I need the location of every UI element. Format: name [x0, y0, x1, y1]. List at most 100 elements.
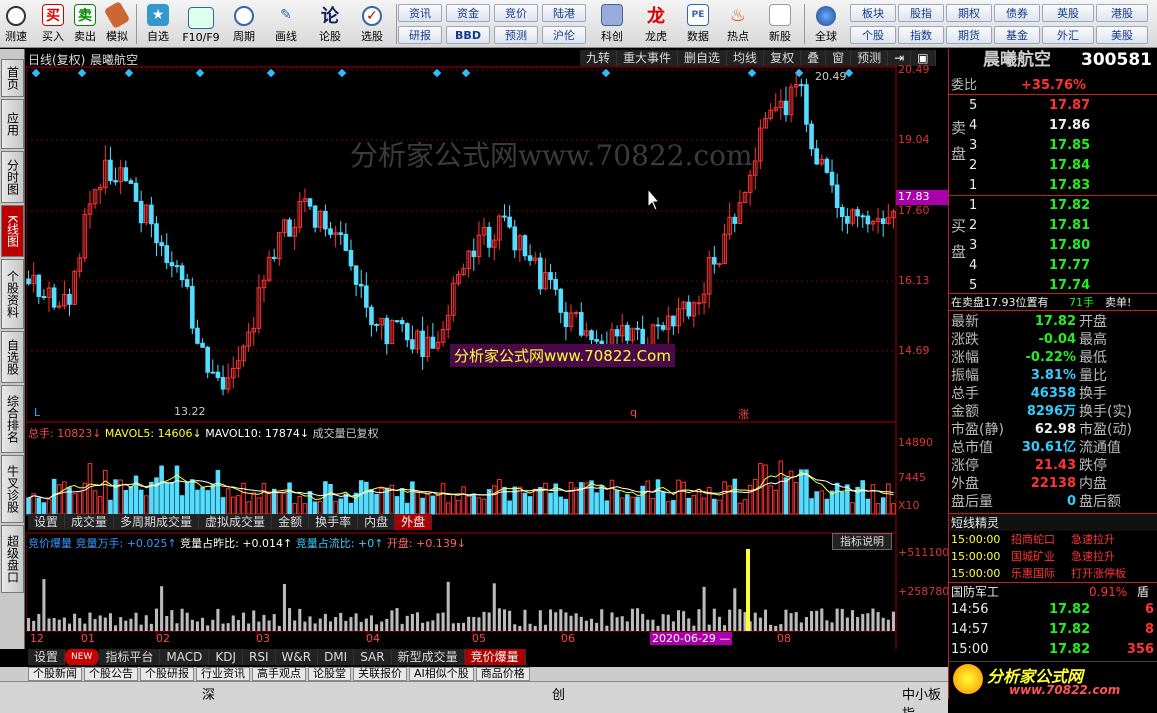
bbd-link[interactable]: BBD: [446, 26, 490, 44]
tab-apps[interactable]: 应用: [1, 99, 24, 149]
event-marker-icon[interactable]: [266, 68, 276, 78]
news-link[interactable]: 资讯: [398, 4, 442, 22]
tab-outer[interactable]: 外盘: [395, 514, 433, 530]
tab-watchlist[interactable]: 自选股: [1, 331, 24, 383]
tab-settings[interactable]: 设置: [28, 514, 66, 530]
hk-connect-link[interactable]: 陆港: [542, 4, 586, 22]
futures-link[interactable]: 期货: [946, 26, 992, 44]
tab-timeshare[interactable]: 分时图: [1, 151, 24, 203]
forecast-link[interactable]: 预测: [494, 26, 538, 44]
macd-tab[interactable]: MACD: [160, 649, 210, 665]
event-marker-icon[interactable]: [337, 68, 347, 78]
sprite-row[interactable]: 15:00:00 招商蛇口 急速拉升: [949, 531, 1157, 548]
auction-burst-tab[interactable]: 竞价爆量: [464, 649, 526, 665]
wr-tab[interactable]: W&R: [275, 649, 319, 665]
bottom-settings-tab[interactable]: 设置: [28, 649, 66, 665]
event-marker-icon[interactable]: [77, 68, 87, 78]
hk-stocks-link[interactable]: 港股: [1096, 4, 1148, 22]
simulate-button[interactable]: 模拟: [102, 0, 132, 46]
sprite-row[interactable]: 15:00:00 乐惠国际 打开涨停板: [949, 565, 1157, 582]
info-tab[interactable]: AI相似个股: [409, 667, 474, 681]
sell-level-row[interactable]: 4 17.86: [949, 117, 1157, 135]
auction-link[interactable]: 竞价: [494, 4, 538, 22]
jiuzhuan-button[interactable]: 九转: [580, 50, 618, 66]
sar-tab[interactable]: SAR: [354, 649, 392, 665]
new-volume-tab[interactable]: 新型成交量: [391, 649, 465, 665]
buy-level-row[interactable]: 1 17.82: [949, 197, 1157, 215]
uk-stocks-link[interactable]: 英股: [1042, 4, 1094, 22]
tab-inner[interactable]: 内盘: [358, 514, 396, 530]
tab-virtual-volume[interactable]: 虚拟成交量: [199, 514, 273, 530]
tab-ranking[interactable]: 综合排名: [1, 385, 24, 453]
stock-index-link[interactable]: 股指: [898, 4, 944, 22]
info-tab[interactable]: 商品价格: [475, 667, 530, 681]
tab-stock-info[interactable]: 个股资料: [1, 259, 24, 329]
tab-volume[interactable]: 成交量: [65, 514, 115, 530]
stock-select-button[interactable]: ✓ 选股: [352, 2, 392, 46]
major-events-button[interactable]: 重大事件: [617, 50, 679, 66]
info-tab[interactable]: 个股公告: [84, 667, 138, 681]
event-marker-icon[interactable]: [747, 68, 757, 78]
buy-level-row[interactable]: 2 17.81: [949, 217, 1157, 235]
tab-turnover[interactable]: 换手率: [309, 514, 359, 530]
dmi-tab[interactable]: DMI: [318, 649, 355, 665]
window-button[interactable]: 窗: [826, 50, 852, 66]
buy-level-row[interactable]: 4 17.77: [949, 257, 1157, 275]
info-tab[interactable]: 论股堂: [308, 667, 351, 681]
new-stock-button[interactable]: 新股: [760, 2, 800, 46]
research-link[interactable]: 研报: [398, 26, 442, 44]
tab-amount[interactable]: 金额: [272, 514, 310, 530]
event-marker-icon[interactable]: [31, 68, 41, 78]
event-marker-icon[interactable]: [432, 68, 442, 78]
sell-level-row[interactable]: 2 17.84: [949, 157, 1157, 175]
bonds-link[interactable]: 债券: [994, 4, 1040, 22]
sprite-row[interactable]: 15:00:00 国城矿业 急速拉升: [949, 548, 1157, 565]
event-marker-icon[interactable]: [461, 68, 471, 78]
remove-watchlist-button[interactable]: 删自选: [678, 50, 728, 66]
dragon-tiger-button[interactable]: 龙龙虎: [636, 2, 676, 46]
info-tab[interactable]: 个股研报: [140, 667, 194, 681]
tab-multi-period-volume[interactable]: 多周期成交量: [114, 514, 200, 530]
adjust-button[interactable]: 复权: [764, 50, 802, 66]
sell-level-row[interactable]: 5 17.87: [949, 97, 1157, 115]
rsi-tab[interactable]: RSI: [243, 649, 276, 665]
global-button[interactable]: 全球: [806, 2, 846, 46]
indicator-platform-tab[interactable]: 指标平台: [99, 649, 161, 665]
fund-link[interactable]: 基金: [994, 26, 1040, 44]
data-button[interactable]: PE 数据: [680, 2, 716, 46]
forex-link[interactable]: 外汇: [1042, 26, 1094, 44]
ma-button[interactable]: 均线: [727, 50, 765, 66]
sell-level-row[interactable]: 3 17.85: [949, 137, 1157, 155]
hotspot-button[interactable]: ♨ 热点: [720, 2, 756, 46]
sector-row[interactable]: 国防军工 0.91% 盾: [949, 582, 1157, 600]
us-stocks-link[interactable]: 美股: [1096, 26, 1148, 44]
kechuang-button[interactable]: 科创: [594, 2, 630, 46]
options-link[interactable]: 期权: [946, 4, 992, 22]
info-tab[interactable]: 个股新闻: [28, 667, 82, 681]
index-link[interactable]: 指数: [898, 26, 944, 44]
info-tab[interactable]: 行业资讯: [196, 667, 250, 681]
overlay-button[interactable]: 叠: [801, 50, 827, 66]
discuss-button[interactable]: 论论股: [312, 2, 348, 46]
buy-level-row[interactable]: 3 17.80: [949, 237, 1157, 255]
period-button[interactable]: 周期: [226, 2, 262, 46]
shanghai-london-link[interactable]: 沪伦: [542, 26, 586, 44]
forecast-button[interactable]: 预测: [851, 50, 889, 66]
info-tab[interactable]: 高手观点: [252, 667, 306, 681]
watchlist-button[interactable]: ★ 自选: [140, 2, 176, 46]
tab-kline[interactable]: K线图: [1, 205, 24, 257]
speed-test-button[interactable]: 测速: [2, 2, 30, 46]
info-tab[interactable]: 关联报价: [353, 667, 407, 681]
draw-line-button[interactable]: ✎ 画线: [266, 2, 306, 46]
funds-link[interactable]: 资金: [446, 4, 490, 22]
tab-diagnosis[interactable]: 牛叉诊股: [1, 455, 24, 523]
buy-level-row[interactable]: 5 17.74: [949, 277, 1157, 295]
tab-super-orderbook[interactable]: 超级盘口: [1, 525, 24, 593]
individual-stocks-link[interactable]: 个股: [850, 26, 896, 44]
sell-level-row[interactable]: 1 17.83: [949, 177, 1157, 195]
sector-link[interactable]: 板块: [850, 4, 896, 22]
indicator-help-button[interactable]: 指标说明: [832, 533, 892, 550]
event-marker-icon[interactable]: [601, 68, 611, 78]
f10-button[interactable]: F10/F9: [178, 2, 224, 46]
buy-button[interactable]: 买买入: [38, 2, 68, 46]
